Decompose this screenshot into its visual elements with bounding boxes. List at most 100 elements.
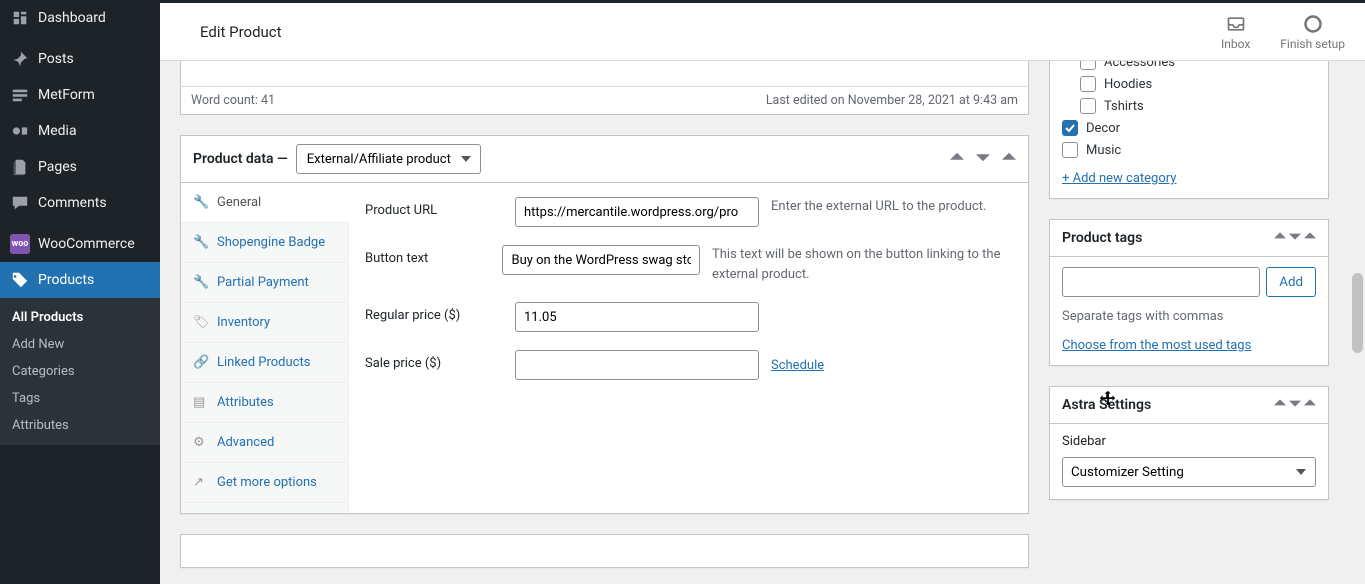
product-type-select[interactable]: External/Affiliate product: [296, 144, 481, 174]
category-tshirts[interactable]: Tshirts: [1062, 95, 1316, 117]
pin-icon: [10, 49, 30, 69]
tab-partial-payment[interactable]: 🔧 Partial Payment: [181, 263, 348, 303]
comments-icon: [10, 193, 30, 213]
product-url-input[interactable]: [515, 197, 759, 227]
button-text-desc: This text will be shown on the button li…: [712, 245, 1012, 284]
checkbox[interactable]: [1080, 98, 1096, 114]
sidebar-item-products[interactable]: Products: [0, 262, 160, 298]
add-tag-button[interactable]: Add: [1266, 267, 1316, 297]
tab-attributes[interactable]: ▤ Attributes: [181, 383, 348, 423]
media-icon: [10, 121, 30, 141]
choose-tags-link[interactable]: Choose from the most used tags: [1062, 338, 1251, 353]
sidebar-item-comments[interactable]: Comments: [0, 185, 160, 221]
regular-price-label: Regular price ($): [365, 302, 515, 323]
wrench-icon: 🔧: [193, 275, 209, 290]
button-text-label: Button text: [365, 245, 502, 266]
checkbox[interactable]: [1080, 61, 1096, 70]
tab-shopengine-badge[interactable]: 🔧 Shopengine Badge: [181, 223, 348, 263]
add-new-category-link[interactable]: + Add new category: [1062, 171, 1316, 186]
tag-input[interactable]: [1062, 267, 1260, 297]
inbox-button[interactable]: Inbox: [1221, 13, 1250, 51]
product-data-title: Product data —: [193, 151, 288, 167]
move-up-icon[interactable]: [950, 150, 964, 168]
sidebar-label: Comments: [38, 195, 107, 211]
submenu-all-products[interactable]: All Products: [0, 304, 160, 331]
tab-inventory[interactable]: 🏷 Inventory: [181, 303, 348, 343]
product-tags-box: Product tags Add Separate tags with comm…: [1049, 219, 1329, 366]
sidebar-label: Posts: [38, 51, 74, 67]
scrollbar-thumb[interactable]: [1352, 273, 1363, 353]
link-icon: 🔗: [193, 355, 209, 370]
pages-icon: [10, 157, 30, 177]
product-data-box: Product data — External/Affiliate produc…: [180, 135, 1029, 514]
editor-statusbar: Word count: 41 Last edited on November 2…: [181, 86, 1028, 114]
checkbox[interactable]: [1062, 142, 1078, 158]
editor-area[interactable]: Word count: 41 Last edited on November 2…: [180, 61, 1029, 115]
sidebar-label: Media: [38, 123, 77, 139]
sidebar-label: Products: [38, 272, 94, 288]
sidebar-setting-select[interactable]: Customizer Setting: [1062, 457, 1316, 487]
sidebar-item-pages[interactable]: Pages: [0, 149, 160, 185]
toggle-panel-icon[interactable]: [1002, 150, 1016, 168]
category-accessories[interactable]: Accessories: [1062, 61, 1316, 73]
sidebar-item-woocommerce[interactable]: woo WooCommerce: [0, 226, 160, 262]
general-panel: Product URL Enter the external URL to th…: [349, 183, 1028, 513]
move-down-icon[interactable]: [1289, 231, 1301, 246]
short-description-box: [180, 534, 1029, 568]
category-hoodies[interactable]: Hoodies: [1062, 73, 1316, 95]
tab-linked-products[interactable]: 🔗 Linked Products: [181, 343, 348, 383]
sidebar-item-media[interactable]: Media: [0, 113, 160, 149]
products-icon: [10, 270, 30, 290]
category-list: Clothing Accessories Hoodies Tshirt: [1062, 61, 1316, 161]
submenu-tags[interactable]: Tags: [0, 385, 160, 412]
astra-settings-title: Astra Settings: [1062, 397, 1274, 413]
tag-icon: 🏷: [193, 315, 209, 330]
sidebar-item-dashboard[interactable]: Dashboard: [0, 0, 160, 36]
sidebar-label: Pages: [38, 159, 77, 175]
submenu-categories[interactable]: Categories: [0, 358, 160, 385]
move-down-icon[interactable]: [976, 150, 990, 168]
product-tags-title: Product tags: [1062, 230, 1274, 246]
submenu-add-new[interactable]: Add New: [0, 331, 160, 358]
product-url-desc: Enter the external URL to the product.: [771, 197, 986, 217]
schedule-link[interactable]: Schedule: [771, 358, 824, 373]
dashboard-icon: [10, 8, 30, 28]
finish-setup-button[interactable]: Finish setup: [1280, 13, 1345, 51]
move-up-icon[interactable]: [1274, 231, 1286, 246]
products-submenu: All Products Add New Categories Tags Att…: [0, 298, 160, 445]
inbox-label: Inbox: [1221, 37, 1250, 51]
wrench-icon: 🔧: [193, 235, 209, 250]
checkbox-checked[interactable]: [1062, 120, 1078, 136]
toggle-panel-icon[interactable]: [1304, 398, 1316, 413]
finish-setup-label: Finish setup: [1280, 37, 1345, 51]
external-icon: ↗: [193, 475, 209, 490]
sidebar-item-posts[interactable]: Posts: [0, 41, 160, 77]
toggle-panel-icon[interactable]: [1304, 231, 1316, 246]
category-decor[interactable]: Decor: [1062, 117, 1316, 139]
regular-price-input[interactable]: [515, 302, 759, 332]
category-music[interactable]: Music: [1062, 139, 1316, 161]
topbar: Edit Product Inbox Finish setup: [160, 3, 1365, 61]
astra-settings-box: Astra Settings Sidebar Customizer Settin…: [1049, 386, 1329, 500]
tag-hint: Separate tags with commas: [1062, 309, 1316, 324]
button-text-input[interactable]: [502, 245, 700, 275]
sidebar-label: MetForm: [38, 87, 95, 103]
move-down-icon[interactable]: [1289, 398, 1301, 413]
list-icon: ▤: [193, 395, 209, 410]
checkbox[interactable]: [1080, 76, 1096, 92]
woo-icon: woo: [10, 234, 30, 254]
metform-icon: [10, 85, 30, 105]
wrench-icon: 🔧: [193, 195, 209, 210]
tab-advanced[interactable]: ⚙ Advanced: [181, 423, 348, 463]
submenu-attributes[interactable]: Attributes: [0, 412, 160, 439]
product-url-label: Product URL: [365, 197, 515, 218]
inbox-icon: [1225, 13, 1247, 35]
tab-get-more-options[interactable]: ↗ Get more options: [181, 463, 348, 503]
scrollbar-track[interactable]: [1350, 63, 1365, 584]
page-title: Edit Product: [200, 23, 282, 41]
sidebar-label: WooCommerce: [38, 236, 135, 252]
tab-general[interactable]: 🔧 General: [181, 183, 348, 223]
sale-price-input[interactable]: [515, 350, 759, 380]
move-up-icon[interactable]: [1274, 398, 1286, 413]
sidebar-item-metform[interactable]: MetForm: [0, 77, 160, 113]
